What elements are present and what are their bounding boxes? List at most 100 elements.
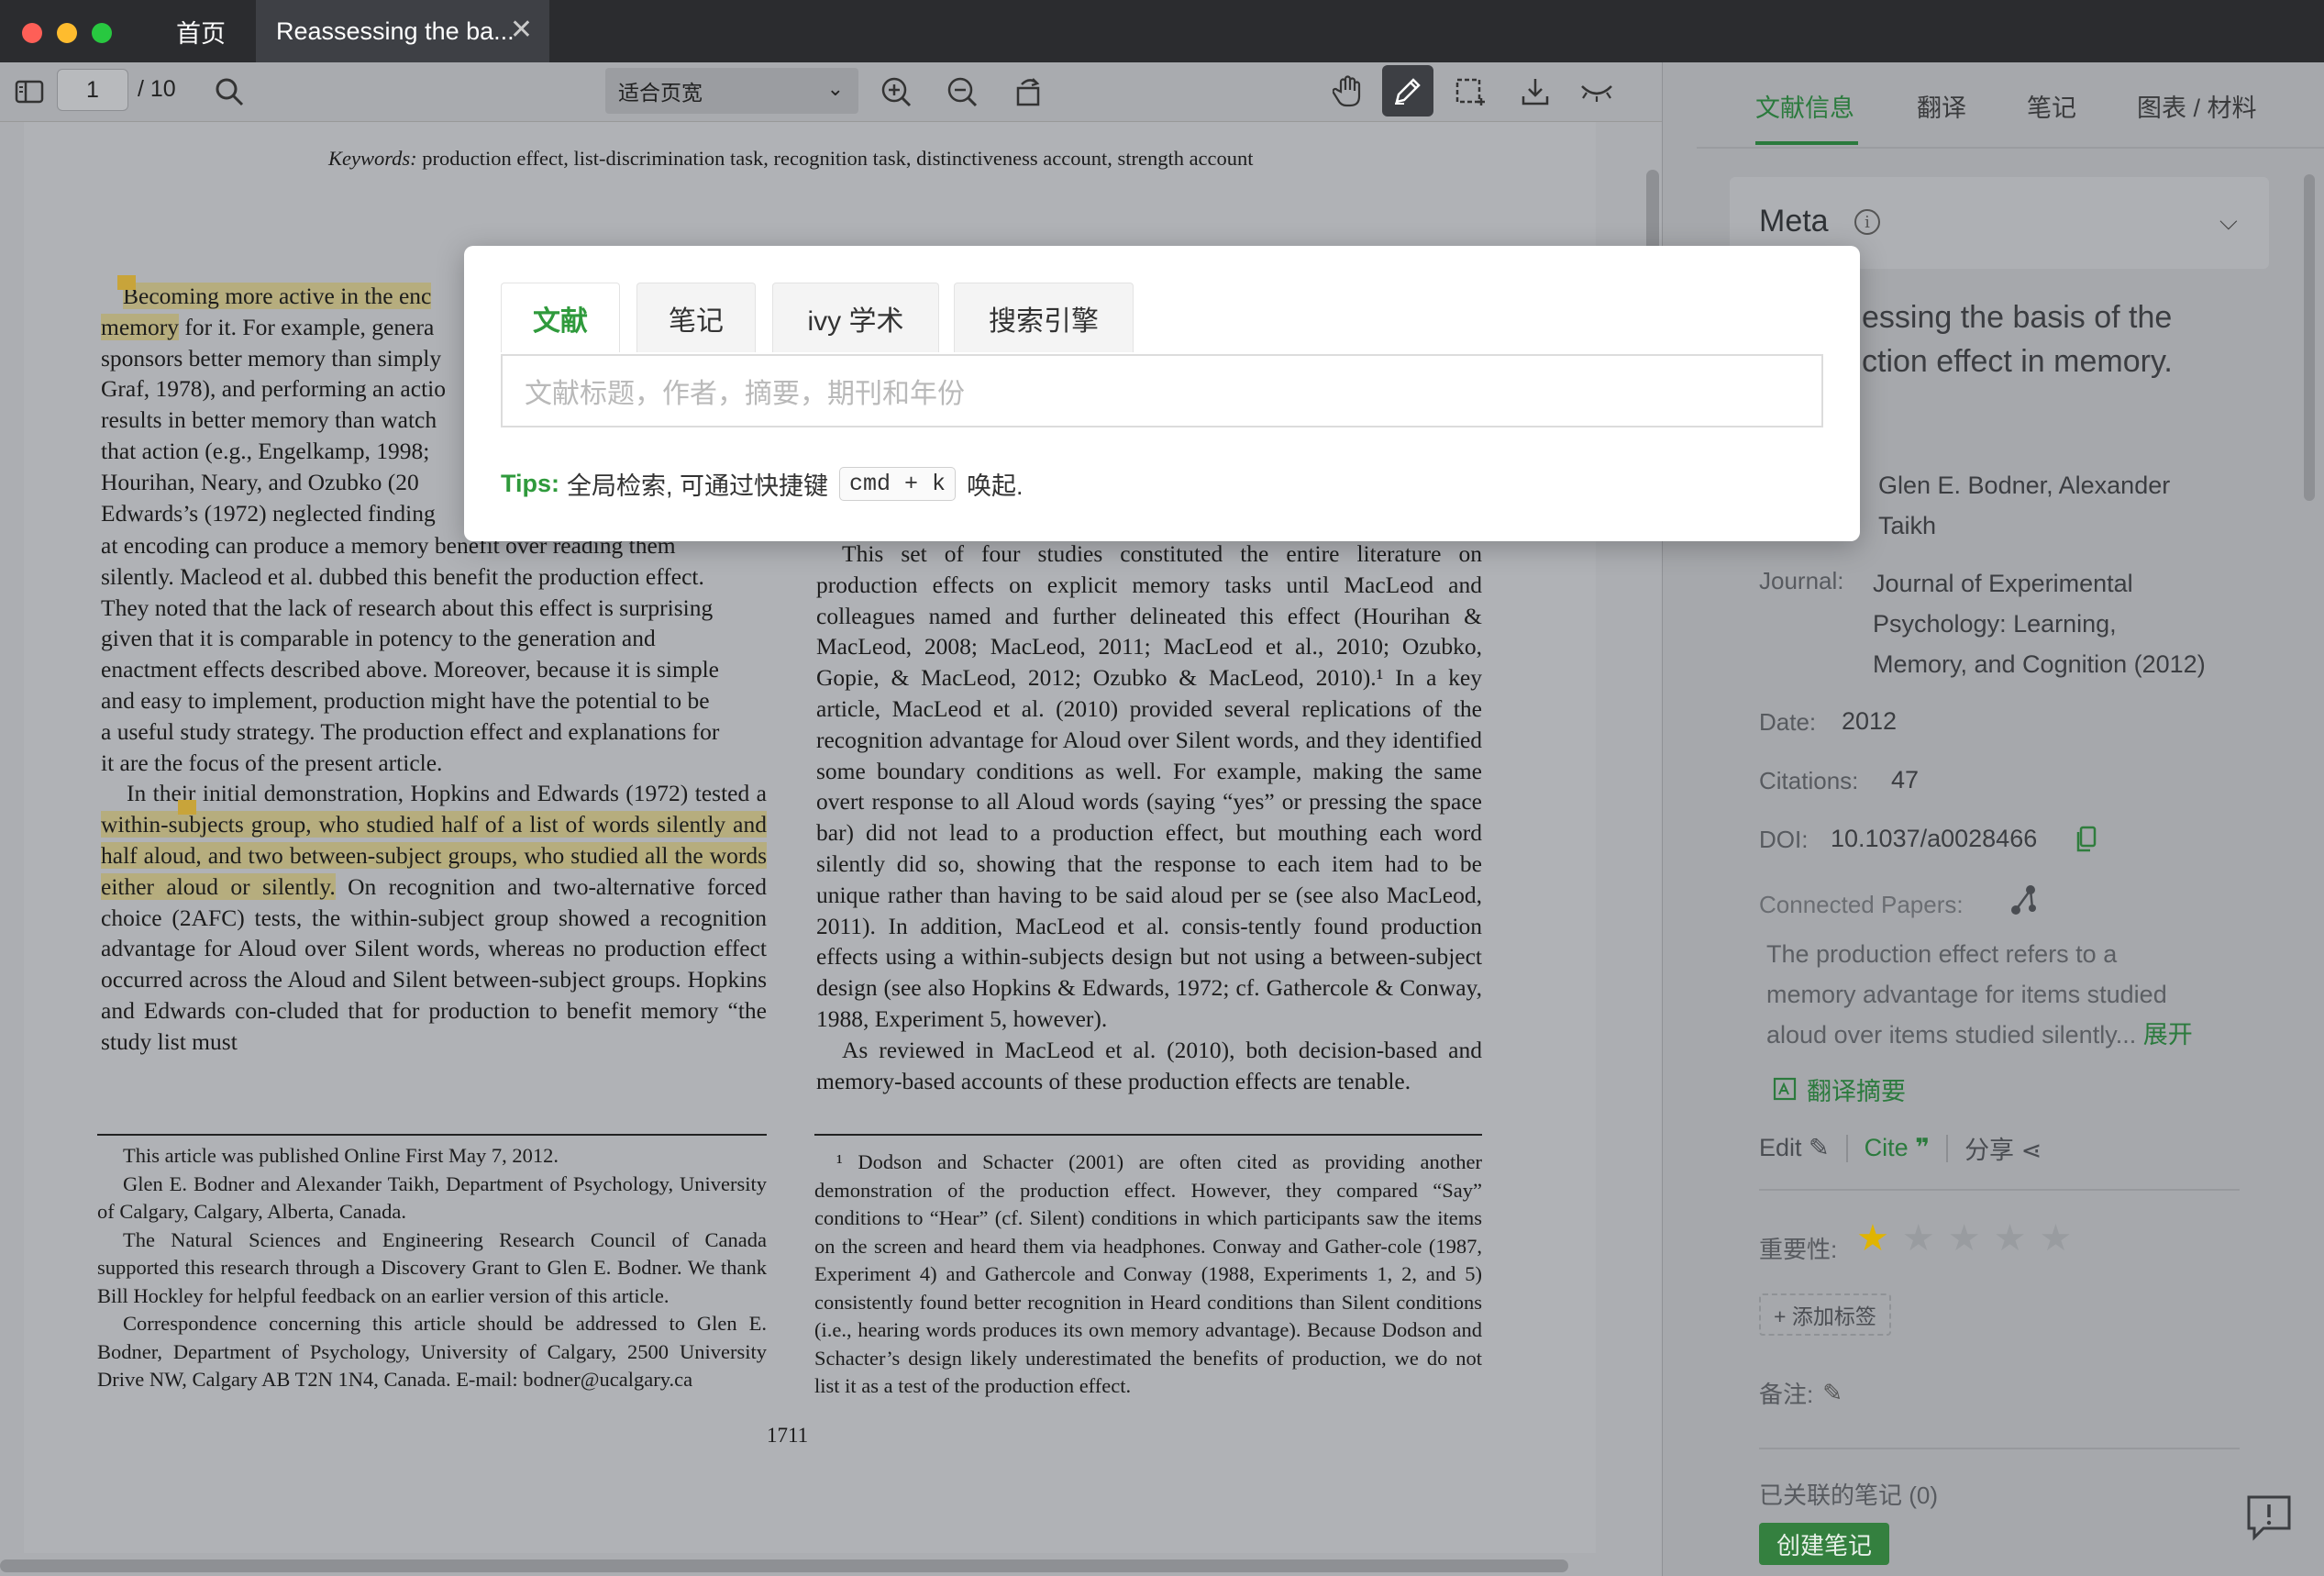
text-line: Graf, 1978), and performing an actio xyxy=(101,375,446,403)
separator xyxy=(1946,1134,1949,1162)
note-marker-icon[interactable] xyxy=(178,800,196,815)
footnote: Glen E. Bodner and Alexander Taikh, Depa… xyxy=(97,1171,767,1224)
rotate-icon[interactable] xyxy=(1009,72,1049,112)
panel-scrollbar[interactable] xyxy=(2304,174,2315,501)
chevron-down-icon: ⌄ xyxy=(826,77,844,100)
footnote: This article was published Online First … xyxy=(123,1144,559,1167)
tab-home[interactable]: 首页 xyxy=(130,0,271,62)
tips-suffix: 唤起. xyxy=(967,472,1024,500)
search-icon[interactable] xyxy=(209,72,249,112)
linked-notes-label: 已关联的笔记 (0) xyxy=(1759,1482,1939,1509)
hide-annotations-icon[interactable] xyxy=(1577,72,1617,112)
importance-label: 重要性: xyxy=(1759,1236,1838,1263)
tab-document-label: Reassessing the ba... xyxy=(276,17,515,45)
action-row: Edit ✎ Cite ❞ 分享 ⋖ xyxy=(1759,1130,2042,1166)
title-line: ction effect in memory. xyxy=(1862,344,2173,379)
journal-line: Journal of Experimental xyxy=(1873,570,2133,597)
footnotes-left: This article was published Online First … xyxy=(97,1142,767,1394)
tab-document[interactable]: Reassessing the ba... ✕ xyxy=(256,0,549,62)
journal-label: Journal: xyxy=(1759,567,1844,594)
expand-link[interactable]: 展开 xyxy=(2143,1021,2193,1049)
tab-figures[interactable]: 图表 / 材料 xyxy=(2137,88,2257,124)
star-icon[interactable]: ★ xyxy=(1948,1220,1981,1257)
pen-icon xyxy=(1395,78,1421,105)
horizontal-scrollbar[interactable] xyxy=(0,1559,1568,1572)
note-marker-icon[interactable] xyxy=(117,275,136,290)
create-note-button[interactable]: 创建笔记 xyxy=(1759,1523,1889,1565)
importance-rating[interactable]: ★ ★ ★ ★ ★ xyxy=(1856,1220,2072,1257)
close-tab-icon[interactable]: ✕ xyxy=(510,17,533,44)
area-select-icon[interactable] xyxy=(1449,72,1489,112)
active-tab-indicator xyxy=(1755,141,1858,145)
copy-icon[interactable] xyxy=(2075,826,2097,858)
zoom-in-icon[interactable] xyxy=(876,72,916,112)
share-button[interactable]: 分享 ⋖ xyxy=(1964,1130,2042,1166)
search-input[interactable]: 文献标题，作者，摘要，期刊和年份 xyxy=(501,354,1823,427)
search-tab-literature[interactable]: 文献 xyxy=(501,283,620,352)
cite-button[interactable]: Cite ❞ xyxy=(1865,1134,1930,1162)
date-value: 2012 xyxy=(1842,707,1898,735)
citations-value: 47 xyxy=(1891,766,1920,794)
maximize-window-button[interactable] xyxy=(92,23,112,43)
download-icon[interactable] xyxy=(1515,72,1555,112)
text-line: results in better memory than watch xyxy=(101,406,437,434)
abstract: The production effect refers to a memory… xyxy=(1766,934,2193,1055)
col1-top-lines: Becoming more active in the enc memory f… xyxy=(101,281,468,528)
info-icon[interactable]: i xyxy=(1854,209,1880,235)
tab-home-label: 首页 xyxy=(176,19,226,48)
star-icon[interactable]: ★ xyxy=(1856,1220,1889,1257)
search-tab-ivy[interactable]: ivy 学术 xyxy=(772,283,939,352)
sidebar-toggle-icon[interactable] xyxy=(9,72,50,112)
star-icon[interactable]: ★ xyxy=(2039,1220,2072,1257)
text-line: and easy to implement, production might … xyxy=(101,686,710,714)
divider xyxy=(1759,1189,2240,1191)
note-row: 备注: ✎ xyxy=(1759,1376,1843,1410)
page-number-value: 1 xyxy=(86,76,99,103)
search-tab-engine[interactable]: 搜索引擎 xyxy=(954,283,1134,352)
highlight[interactable]: memory xyxy=(101,313,179,340)
feedback-icon[interactable] xyxy=(2243,1492,2295,1548)
footnotes-right: ¹ Dodson and Schacter (2001) are often c… xyxy=(814,1149,1482,1401)
star-icon[interactable]: ★ xyxy=(1902,1220,1935,1257)
doi-value[interactable]: 10.1037/a0028466 xyxy=(1831,825,2037,853)
date-label: Date: xyxy=(1759,708,1817,736)
tab-literature-info[interactable]: 文献信息 xyxy=(1755,88,1854,124)
text-line: tested a xyxy=(694,780,767,807)
add-tag-button[interactable]: + 添加标签 xyxy=(1759,1293,1891,1336)
tab-translate[interactable]: 翻译 xyxy=(1917,88,1966,124)
page-number-input[interactable]: 1 xyxy=(57,69,128,111)
footnote: Correspondence concerning this article s… xyxy=(97,1312,767,1391)
search-placeholder: 文献标题，作者，摘要，期刊和年份 xyxy=(525,379,965,409)
close-window-button[interactable] xyxy=(22,23,42,43)
search-tab-notes[interactable]: 笔记 xyxy=(636,283,756,352)
edit-note-icon[interactable]: ✎ xyxy=(1822,1379,1843,1407)
zoom-out-icon[interactable] xyxy=(942,72,982,112)
journal-line: Memory, and Cognition (2012) xyxy=(1873,650,2206,678)
annotate-button[interactable] xyxy=(1382,65,1433,117)
edit-button[interactable]: Edit ✎ xyxy=(1759,1134,1830,1162)
connected-papers-icon[interactable] xyxy=(2007,882,2043,924)
share-icon: ⋖ xyxy=(2020,1137,2042,1164)
text-line: that action (e.g., Engelkamp, 1998; xyxy=(101,437,430,464)
tips-text: 全局检索, 可通过快捷键 xyxy=(567,472,829,500)
search-tips: Tips: 全局检索, 可通过快捷键 cmd + k 唤起. xyxy=(501,466,1024,502)
abstract-line: aloud over items studied silently... xyxy=(1766,1021,2137,1049)
tab-notes[interactable]: 笔记 xyxy=(2027,88,2076,124)
text-line: given that it is comparable in potency t… xyxy=(101,625,656,652)
text-line: it are the focus of the present article. xyxy=(101,749,443,776)
star-icon[interactable]: ★ xyxy=(1994,1220,2027,1257)
minimize-window-button[interactable] xyxy=(57,23,77,43)
vertical-scrollbar[interactable] xyxy=(1646,170,1659,257)
doi-label: DOI: xyxy=(1759,826,1809,853)
zoom-select[interactable]: 适合页宽 ⌄ xyxy=(605,68,858,114)
chevron-down-icon[interactable]: ⌵ xyxy=(2219,207,2238,237)
highlight[interactable]: Becoming more active in the enc xyxy=(123,283,432,309)
text-line: for it. For example, genera xyxy=(178,313,435,340)
translate-abstract-button[interactable]: 翻译摘要 xyxy=(1772,1071,1906,1107)
footnote-rule xyxy=(97,1134,767,1136)
hand-tool-icon[interactable] xyxy=(1328,72,1368,112)
quote-icon: ❞ xyxy=(1915,1134,1931,1161)
keywords: Keywords: production effect, list-discri… xyxy=(328,145,1282,173)
author-line: Taikh xyxy=(1878,512,1937,539)
author-line: Glen E. Bodner, Alexander xyxy=(1878,472,2171,499)
